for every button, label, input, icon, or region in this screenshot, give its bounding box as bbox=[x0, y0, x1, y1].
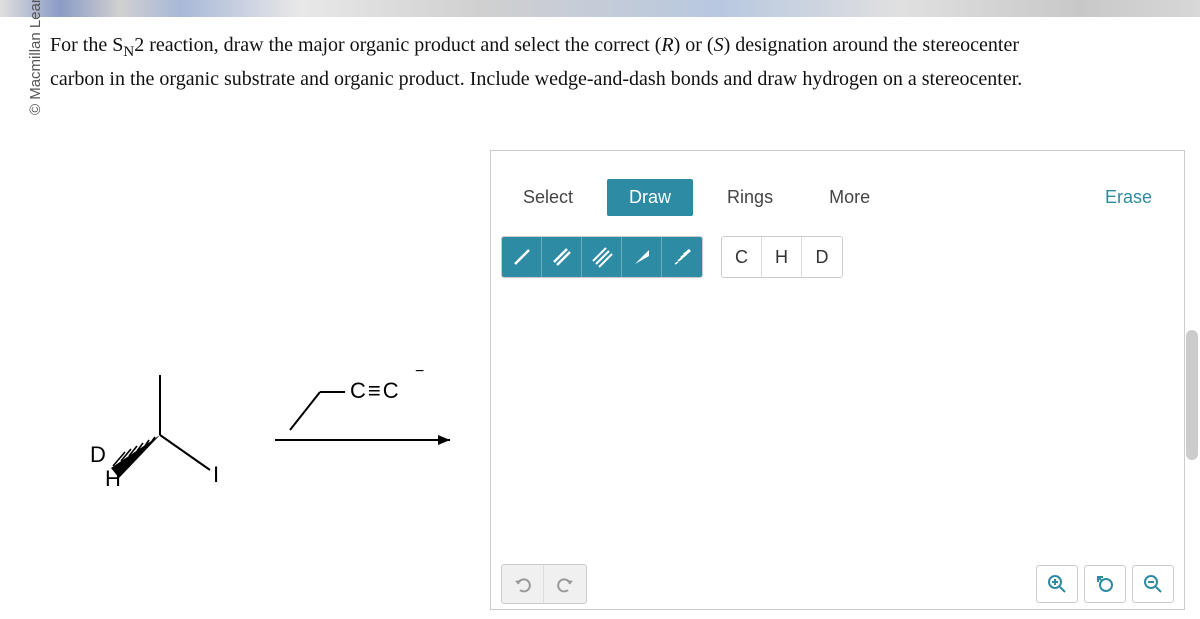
charge-label: − bbox=[415, 363, 424, 380]
question-line1-prefix: For the S bbox=[50, 34, 123, 56]
question-prompt: For the SN2 reaction, draw the major org… bbox=[50, 30, 1180, 95]
tab-rings[interactable]: Rings bbox=[705, 179, 795, 216]
question-or: ) or ( bbox=[674, 34, 714, 56]
toolbar-bonds: C H D bbox=[501, 236, 1174, 278]
redo-button[interactable] bbox=[544, 565, 586, 603]
question-R: R bbox=[661, 34, 673, 56]
atom-H-button[interactable]: H bbox=[762, 237, 802, 277]
wedge-bond-icon[interactable] bbox=[622, 237, 662, 277]
undo-redo-group bbox=[501, 564, 587, 604]
toolbar-tabs: Select Draw Rings More Erase bbox=[501, 179, 1174, 216]
question-line2: carbon in the organic substrate and orga… bbox=[50, 68, 1022, 90]
tab-erase[interactable]: Erase bbox=[1083, 179, 1174, 216]
scrollbar-thumb[interactable] bbox=[1186, 330, 1198, 460]
tab-draw[interactable]: Draw bbox=[607, 179, 693, 216]
tab-more[interactable]: More bbox=[807, 179, 892, 216]
bond-type-group bbox=[501, 236, 703, 278]
question-S: S bbox=[714, 34, 724, 56]
dash-bond-icon[interactable] bbox=[662, 237, 702, 277]
zoom-reset-button[interactable] bbox=[1084, 565, 1126, 603]
atom-D-button[interactable]: D bbox=[802, 237, 842, 277]
atom-C-button[interactable]: C bbox=[722, 237, 762, 277]
copyright-text: © Macmillan Learning bbox=[27, 0, 44, 115]
question-subscript: N bbox=[123, 44, 134, 60]
top-decoration bbox=[0, 0, 1200, 17]
question-line1-suffix: ) designation around the stereocenter bbox=[724, 34, 1019, 56]
bottom-toolbar bbox=[501, 564, 1174, 604]
tab-select[interactable]: Select bbox=[501, 179, 595, 216]
triple-bond-icon[interactable] bbox=[582, 237, 622, 277]
zoom-reset-icon bbox=[1094, 573, 1116, 595]
zoom-in-button[interactable] bbox=[1036, 565, 1078, 603]
atom-group: C H D bbox=[721, 236, 843, 278]
single-bond-icon[interactable] bbox=[502, 237, 542, 277]
redo-icon bbox=[554, 573, 576, 595]
zoom-out-icon bbox=[1142, 573, 1164, 595]
double-bond-icon[interactable] bbox=[542, 237, 582, 277]
question-line1-after: 2 reaction, draw the major organic produ… bbox=[134, 34, 661, 56]
undo-button[interactable] bbox=[502, 565, 544, 603]
zoom-in-icon bbox=[1046, 573, 1068, 595]
nucleophile-label: C≡C bbox=[350, 378, 401, 403]
zoom-group bbox=[1036, 565, 1174, 603]
undo-icon bbox=[512, 573, 534, 595]
label-I: I bbox=[213, 462, 219, 487]
reaction-structure: D H I C≡C − bbox=[55, 350, 475, 530]
label-H: H bbox=[105, 466, 121, 491]
zoom-out-button[interactable] bbox=[1132, 565, 1174, 603]
drawing-panel: Select Draw Rings More Erase bbox=[490, 150, 1185, 610]
label-D: D bbox=[90, 442, 106, 467]
drawing-canvas[interactable] bbox=[501, 286, 1174, 554]
